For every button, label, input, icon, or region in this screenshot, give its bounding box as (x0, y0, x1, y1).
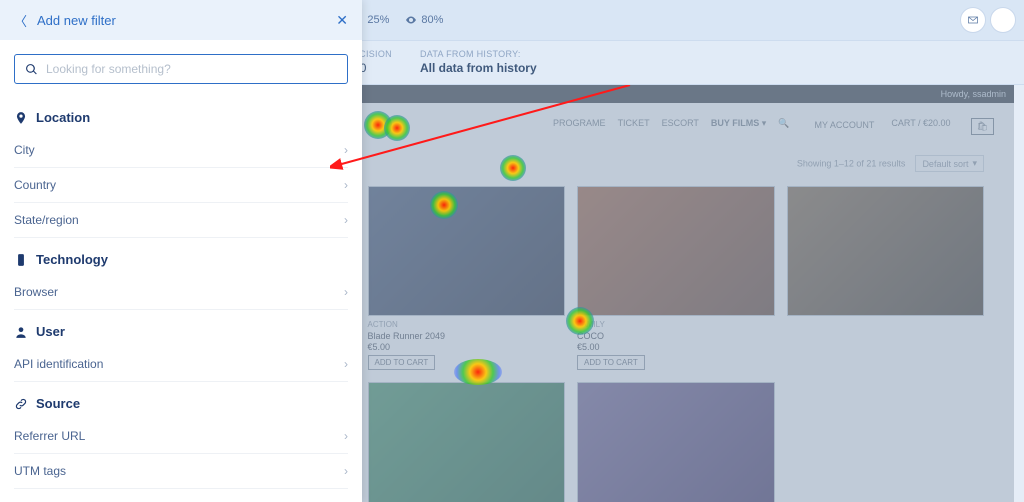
filter-city[interactable]: City› (14, 133, 348, 168)
stat-history: DATA FROM HISTORY: All data from history (420, 49, 537, 75)
filter-country[interactable]: Country› (14, 168, 348, 203)
panel-close-button[interactable]: ✕ (336, 12, 348, 29)
search-icon (25, 63, 38, 76)
filter-state-region[interactable]: State/region› (14, 203, 348, 238)
filter-api-identification[interactable]: API identification› (14, 347, 348, 382)
user-icon (14, 325, 28, 339)
section-source: Source (14, 388, 348, 419)
filter-search[interactable] (14, 54, 348, 84)
visibility-control[interactable]: 80% (399, 7, 449, 33)
sort-dropdown[interactable]: Default sort ▾ (915, 155, 984, 172)
extra-button[interactable] (990, 7, 1016, 33)
link-icon (14, 397, 28, 411)
result-count: Showing 1–12 of 21 results (797, 159, 906, 169)
mail-button[interactable] (960, 7, 986, 33)
section-location: Location (14, 102, 348, 133)
panel-title: Add new filter (37, 13, 116, 28)
add-filter-panel: 〈 Add new filter ✕ Location City› Countr… (0, 0, 362, 502)
panel-back-button[interactable]: 〈 (14, 11, 27, 30)
filter-browser[interactable]: Browser› (14, 275, 348, 310)
phone-icon (14, 253, 28, 267)
filter-referrer-url[interactable]: Referrer URL› (14, 419, 348, 454)
section-events: Events (14, 495, 348, 502)
section-user: User (14, 316, 348, 347)
filter-utm-tags[interactable]: UTM tags› (14, 454, 348, 489)
pin-icon (14, 111, 28, 125)
filter-search-input[interactable] (46, 62, 337, 76)
section-technology: Technology (14, 244, 348, 275)
